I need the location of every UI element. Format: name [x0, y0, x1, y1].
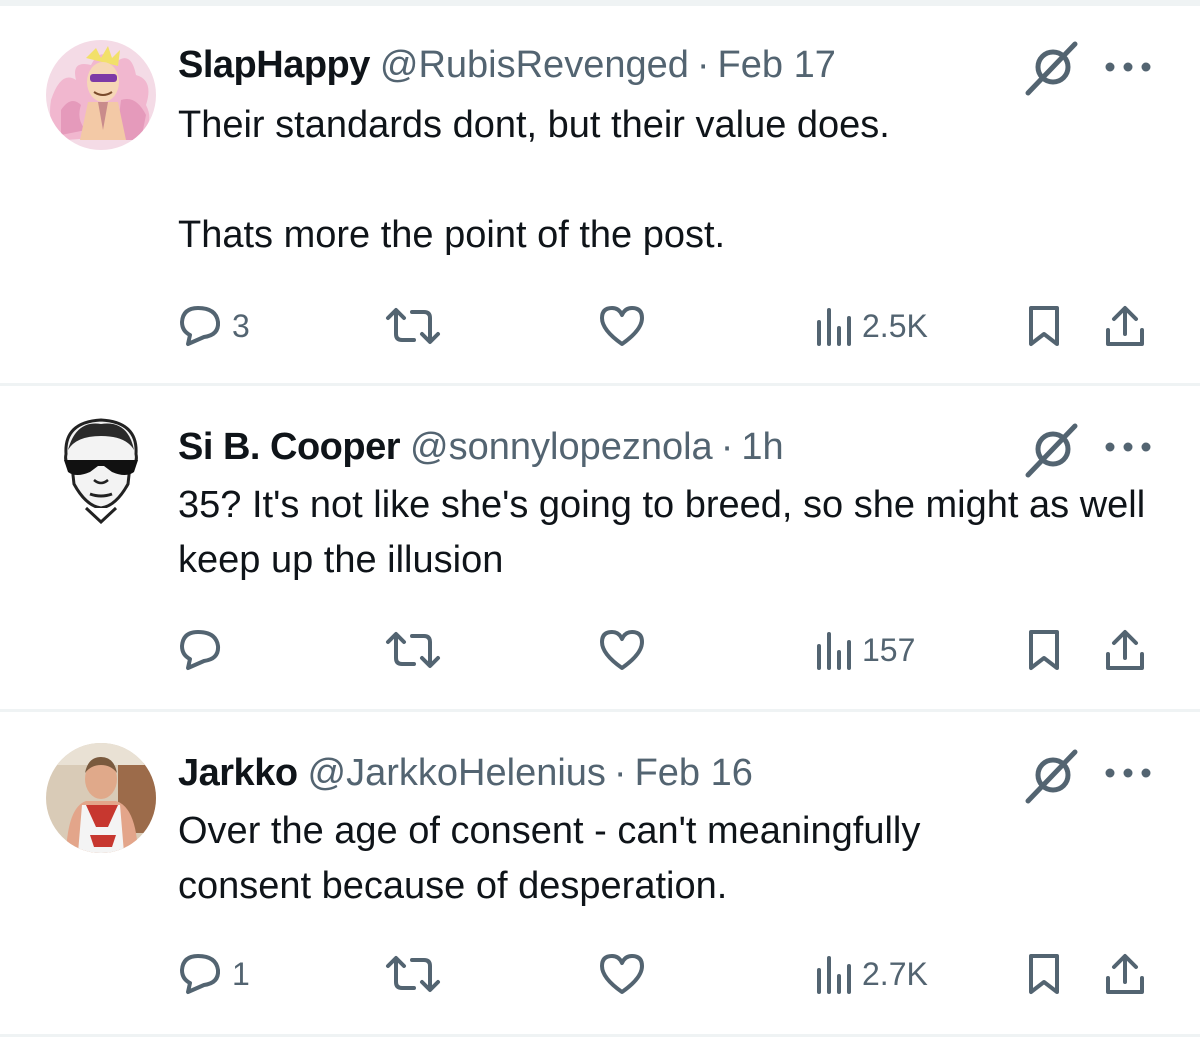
bookmark-button[interactable] [1024, 628, 1064, 672]
reply-icon [180, 630, 221, 670]
share-icon [1106, 954, 1144, 994]
reply-count: 1 [232, 955, 250, 992]
bookmark-button[interactable] [1024, 952, 1064, 996]
timestamp[interactable]: Feb 16 [635, 752, 753, 795]
heart-icon [600, 954, 644, 994]
more-icon[interactable] [1100, 432, 1156, 462]
views-button[interactable]: 2.7K [814, 952, 928, 996]
tweet[interactable]: Si B. Cooper @sonnylopeznola · 1h 35? It… [0, 386, 1200, 710]
separator-dot: · [696, 44, 710, 86]
avatar[interactable] [46, 414, 156, 524]
bookmark-icon [1029, 306, 1059, 346]
separator-dot: · [613, 752, 627, 794]
avatar[interactable] [46, 40, 156, 150]
tweet[interactable]: SlapHappy @RubisRevenged · Feb 17 Their … [0, 0, 1200, 384]
reply-icon [180, 954, 221, 994]
author-handle[interactable]: @JarkkoHelenius [308, 752, 606, 795]
avatar[interactable] [46, 743, 156, 853]
reply-button[interactable] [178, 628, 232, 672]
views-count: 2.7K [862, 955, 928, 992]
share-button[interactable] [1102, 304, 1148, 348]
more-icon[interactable] [1100, 758, 1156, 788]
share-icon [1106, 306, 1144, 346]
tweet-divider [0, 1034, 1200, 1037]
grok-icon[interactable] [1020, 744, 1084, 808]
retweet-icon [386, 956, 440, 992]
retweet-button[interactable] [384, 628, 450, 672]
author-handle[interactable]: @RubisRevenged [380, 44, 689, 87]
tweet-text: Their standards dont, but their value do… [178, 104, 890, 256]
share-icon [1106, 630, 1144, 670]
tweet-text: 35? It's not like she's going to breed, … [178, 484, 1156, 581]
views-count: 2.5K [862, 307, 928, 344]
tweet[interactable]: Jarkko @JarkkoHelenius · Feb 16 Over the… [0, 712, 1200, 1037]
retweet-icon [386, 632, 440, 668]
timestamp[interactable]: 1h [741, 426, 783, 469]
tweet-header: Si B. Cooper @sonnylopeznola · 1h [178, 426, 784, 470]
like-button[interactable] [598, 952, 654, 996]
views-icon [817, 632, 851, 670]
reply-button[interactable]: 1 [178, 952, 250, 996]
grok-icon[interactable] [1020, 418, 1084, 482]
views-button[interactable]: 2.5K [814, 304, 928, 348]
views-count: 157 [862, 631, 916, 668]
tweet-header: Jarkko @JarkkoHelenius · Feb 16 [178, 752, 753, 796]
timestamp[interactable]: Feb 17 [718, 44, 836, 87]
bookmark-icon [1029, 630, 1059, 670]
bookmark-button[interactable] [1024, 304, 1064, 348]
views-icon [817, 956, 851, 994]
share-button[interactable] [1102, 952, 1148, 996]
tweet-text: Over the age of consent - can't meaningf… [178, 810, 921, 907]
views-button[interactable]: 157 [814, 628, 915, 672]
tweet-header: SlapHappy @RubisRevenged · Feb 17 [178, 44, 836, 88]
retweet-icon [386, 308, 440, 344]
retweet-button[interactable] [384, 304, 450, 348]
author-name[interactable]: Si B. Cooper [178, 426, 401, 469]
bookmark-icon [1029, 954, 1059, 994]
author-name[interactable]: Jarkko [178, 752, 298, 795]
reply-button[interactable]: 3 [178, 304, 250, 348]
heart-icon [600, 630, 644, 670]
like-button[interactable] [598, 304, 654, 348]
grok-icon[interactable] [1020, 36, 1084, 100]
author-handle[interactable]: @sonnylopeznola [410, 426, 713, 469]
author-name[interactable]: SlapHappy [178, 44, 370, 87]
share-button[interactable] [1102, 628, 1148, 672]
retweet-button[interactable] [384, 952, 450, 996]
like-button[interactable] [598, 628, 654, 672]
reply-count: 3 [232, 307, 250, 344]
views-icon [817, 308, 851, 346]
heart-icon [600, 306, 644, 346]
more-icon[interactable] [1100, 52, 1156, 82]
separator-dot: · [720, 426, 734, 468]
reply-icon [180, 306, 221, 346]
